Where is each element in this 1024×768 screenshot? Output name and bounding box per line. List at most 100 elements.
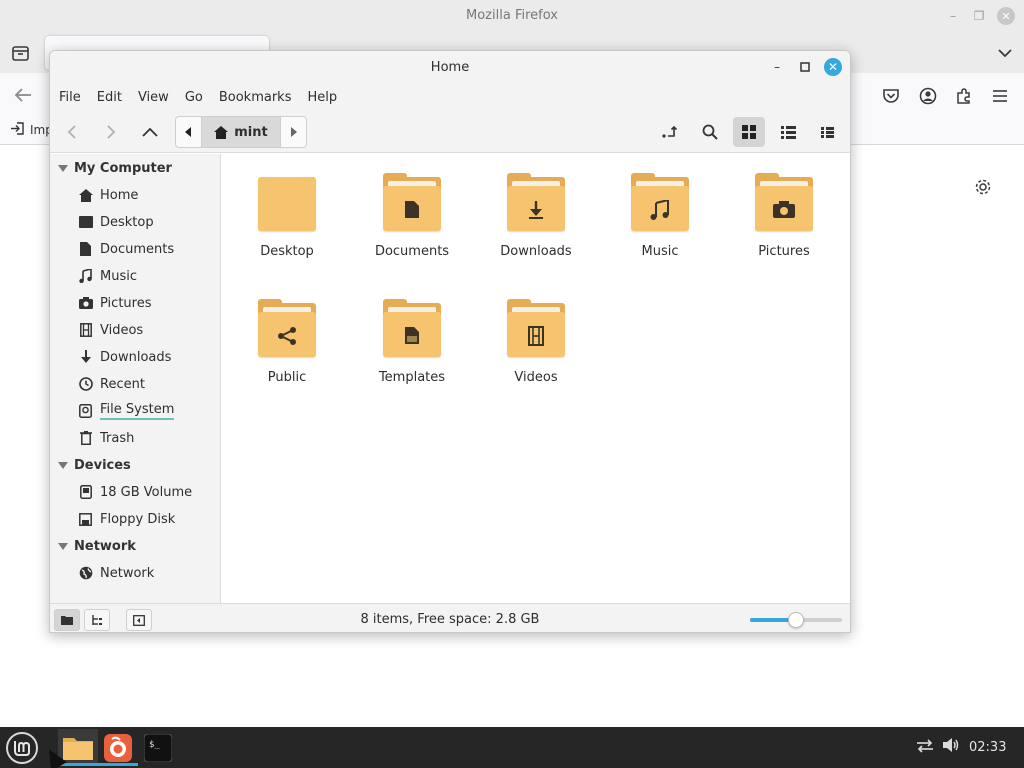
search-icon [702, 124, 718, 140]
forward-button[interactable] [95, 117, 127, 147]
sidebar-item-floppy-disk[interactable]: Floppy Disk [78, 508, 175, 530]
firefox-minimize-button[interactable]: – [944, 7, 962, 25]
zoom-slider[interactable] [750, 612, 842, 628]
file-manager-titlebar[interactable]: Home – ✕ [50, 51, 850, 83]
file-view: Desktop Documents Downloads Music Pictur… [222, 154, 850, 603]
extensions-icon[interactable] [954, 86, 974, 106]
sidebar-item-18gb-volume[interactable]: 18 GB Volume [78, 481, 192, 503]
camera-icon [755, 188, 813, 231]
sidebar-item-trash[interactable]: Trash [78, 427, 134, 449]
settings-gear-icon[interactable] [973, 177, 993, 197]
compact-grid-icon [820, 126, 834, 138]
maximize-button[interactable] [796, 58, 814, 76]
back-arrow-icon[interactable] [13, 85, 33, 105]
sidebar-item-home[interactable]: Home [78, 184, 138, 206]
path-scroll-right-button[interactable] [280, 117, 306, 147]
path-scroll-left-button[interactable] [176, 117, 202, 147]
taskbar-terminal-button[interactable]: $_ [138, 729, 178, 766]
folder-icon [507, 173, 565, 231]
chevron-left-icon [67, 125, 76, 139]
sidebar-item-desktop[interactable]: Desktop [78, 211, 154, 233]
sidebar-item-network[interactable]: Network [78, 562, 154, 584]
expand-triangle-icon [58, 542, 68, 550]
sidebar-item-music[interactable]: Music [78, 265, 137, 287]
toolbar: mint [50, 111, 850, 153]
sidebar-item-pictures[interactable]: Pictures [78, 292, 151, 314]
path-bar: mint [175, 116, 307, 148]
menu-help[interactable]: Help [307, 90, 337, 105]
sidebar-section-title: Network [74, 538, 136, 554]
home-icon [214, 125, 229, 139]
menu-file[interactable]: File [59, 90, 81, 105]
folder-templates[interactable]: Templates [352, 299, 472, 385]
sidebar-item-label: Pictures [100, 295, 152, 311]
folder-icon [507, 299, 565, 357]
sidebar-item-label: Floppy Disk [100, 511, 176, 527]
list-view-button[interactable] [772, 117, 804, 147]
sidebar-item-recent[interactable]: Recent [78, 373, 145, 395]
tab-list-chevron-icon[interactable] [995, 43, 1015, 63]
trash-icon [78, 431, 93, 446]
breadcrumb-home[interactable]: mint [202, 117, 280, 147]
downloads-icon [78, 350, 93, 365]
sidebar-section-network[interactable]: Network [58, 536, 136, 556]
sidebar-item-documents[interactable]: Documents [78, 238, 174, 260]
folder-music[interactable]: Music [600, 173, 720, 259]
expand-triangle-icon [58, 461, 68, 469]
firefox-titlebar: Mozilla Firefox – ❐ ✕ [0, 0, 1024, 33]
active-app-indicator [98, 763, 138, 766]
menu-edit[interactable]: Edit [97, 90, 122, 105]
folder-label: Downloads [500, 244, 572, 259]
account-icon[interactable] [918, 86, 938, 106]
zoom-slider-handle[interactable] [788, 612, 804, 628]
sidebar-item-downloads[interactable]: Downloads [78, 346, 171, 368]
share-icon [258, 314, 316, 357]
folder-pictures[interactable]: Pictures [724, 173, 844, 259]
taskbar-firefox-button[interactable] [98, 729, 138, 766]
taskbar: $_ 02:33 [0, 727, 1024, 768]
folder-label: Templates [378, 370, 446, 385]
volume-icon[interactable] [942, 737, 960, 757]
menu-bookmarks[interactable]: Bookmarks [219, 90, 292, 105]
folder-downloads[interactable]: Downloads [476, 173, 596, 259]
sidebar-section-my-computer[interactable]: My Computer [58, 158, 172, 178]
sidebar: My Computer Home Desktop Documents Music… [50, 154, 221, 603]
start-menu-button[interactable] [6, 732, 38, 764]
up-button[interactable] [134, 117, 166, 147]
back-button[interactable] [56, 117, 88, 147]
firefox-restore-button[interactable]: ❐ [970, 7, 988, 25]
folder-videos[interactable]: Videos [476, 299, 596, 385]
svg-text:$_: $_ [149, 740, 160, 750]
folder-icon [383, 299, 441, 357]
menu-go[interactable]: Go [185, 90, 203, 105]
search-button[interactable] [694, 117, 726, 147]
recent-icon [78, 377, 93, 392]
triangle-right-icon [291, 127, 297, 137]
folder-icon [258, 299, 316, 357]
folder-public[interactable]: Public [227, 299, 347, 385]
pocket-icon[interactable] [881, 86, 901, 106]
sidebar-item-label: Recent [100, 376, 145, 392]
folder-label: Pictures [758, 244, 810, 259]
folder-desktop[interactable]: Desktop [227, 177, 347, 259]
folder-icon [755, 173, 813, 231]
network-icon [78, 566, 93, 581]
clock[interactable]: 02:33 [969, 740, 1006, 755]
toggle-location-button[interactable] [654, 117, 686, 147]
hamburger-menu-icon[interactable] [990, 86, 1010, 106]
sidebar-section-devices[interactable]: Devices [58, 455, 131, 475]
folder-documents[interactable]: Documents [352, 173, 472, 259]
firefox-view-icon[interactable] [10, 43, 30, 63]
compact-view-button[interactable] [811, 117, 843, 147]
menu-view[interactable]: View [138, 90, 169, 105]
terminal-app-icon: $_ [144, 733, 172, 762]
close-button[interactable]: ✕ [824, 58, 842, 76]
minimize-button[interactable]: – [768, 58, 786, 76]
sidebar-item-file-system[interactable]: File System [78, 400, 175, 422]
bookmark-import[interactable]: Imp [10, 122, 53, 138]
sidebar-item-label: Documents [100, 241, 175, 257]
network-status-icon[interactable] [916, 738, 934, 758]
firefox-close-button[interactable]: ✕ [997, 7, 1015, 25]
sidebar-item-videos[interactable]: Videos [78, 319, 143, 341]
icon-view-button[interactable] [733, 117, 765, 147]
